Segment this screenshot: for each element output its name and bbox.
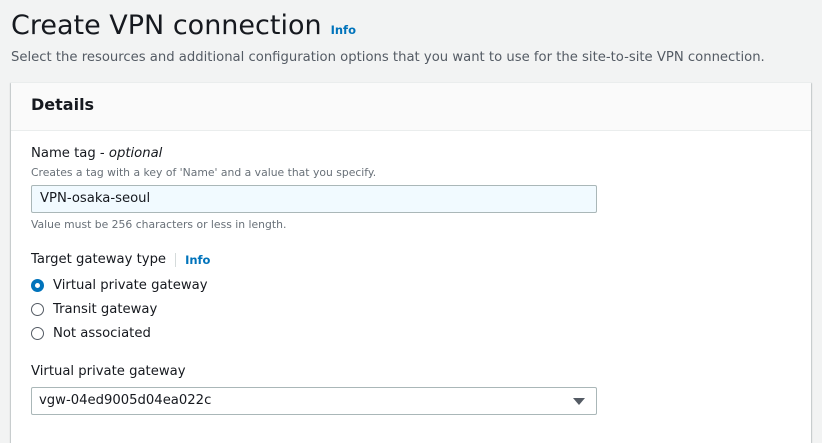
label-divider bbox=[175, 252, 177, 267]
target-gateway-type-label-row: Target gateway type Info bbox=[31, 252, 210, 267]
name-tag-optional: optional bbox=[108, 146, 163, 161]
page-description: Select the resources and additional conf… bbox=[11, 50, 765, 65]
caret-down-icon bbox=[573, 398, 585, 405]
page-header: Create VPN connection Info bbox=[11, 6, 822, 46]
page-title: Create VPN connection bbox=[11, 10, 322, 41]
radio-selected-icon[interactable] bbox=[31, 279, 44, 292]
details-panel-header: Details bbox=[11, 83, 811, 131]
name-tag-input[interactable]: VPN-osaka-seoul bbox=[31, 185, 597, 213]
select-value: vgw-04ed9005d04ea022c bbox=[39, 393, 212, 408]
name-tag-description: Creates a tag with a key of 'Name' and a… bbox=[31, 166, 377, 179]
title-info-link[interactable]: Info bbox=[331, 23, 356, 37]
virtual-private-gateway-label: Virtual private gateway bbox=[31, 364, 186, 379]
radio-transit-gateway[interactable]: Transit gateway bbox=[31, 302, 157, 317]
name-tag-label-text: Name tag - bbox=[31, 146, 105, 161]
radio-label: Transit gateway bbox=[53, 302, 158, 317]
radio-virtual-private-gateway[interactable]: Virtual private gateway bbox=[31, 278, 208, 293]
title-row: Create VPN connection Info bbox=[11, 6, 822, 46]
radio-label: Virtual private gateway bbox=[53, 278, 208, 293]
name-tag-label: Name tag - optional bbox=[31, 146, 162, 161]
details-heading: Details bbox=[31, 95, 95, 114]
radio-unselected-icon[interactable] bbox=[31, 303, 44, 316]
target-gateway-type-label: Target gateway type bbox=[31, 252, 167, 267]
details-panel: Details Name tag - optional Creates a ta… bbox=[11, 82, 811, 443]
name-tag-constraint: Value must be 256 characters or less in … bbox=[31, 218, 287, 231]
target-gateway-info-link[interactable]: Info bbox=[185, 253, 210, 267]
radio-unselected-icon[interactable] bbox=[31, 327, 44, 340]
virtual-private-gateway-select[interactable]: vgw-04ed9005d04ea022c bbox=[31, 387, 597, 415]
radio-not-associated[interactable]: Not associated bbox=[31, 326, 151, 341]
radio-label: Not associated bbox=[53, 326, 151, 341]
